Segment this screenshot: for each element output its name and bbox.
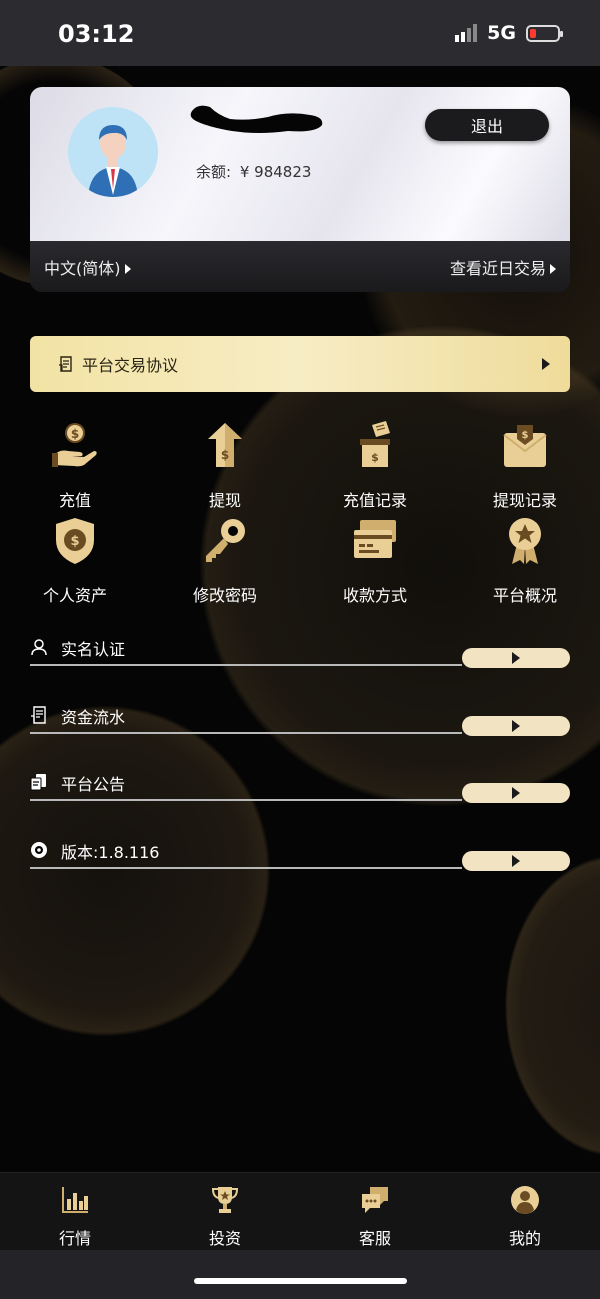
- tab-label: 投资: [208, 1229, 241, 1248]
- caret-right-icon: [512, 720, 520, 732]
- balance-text: 余额: ¥ 984823: [196, 161, 315, 182]
- grid-item-label: 个人资产: [42, 586, 107, 605]
- grid-item-label: 充值记录: [342, 491, 407, 510]
- grid-item-label: 平台概况: [492, 586, 557, 605]
- tab-mine[interactable]: 我的: [450, 1185, 600, 1249]
- caret-right-icon: [512, 787, 520, 799]
- language-selector[interactable]: 中文(简体): [44, 255, 131, 279]
- menu-row-label: 平台公告: [61, 775, 126, 794]
- avatar[interactable]: [68, 107, 158, 197]
- grid-item-change-password[interactable]: 修改密码: [150, 516, 300, 606]
- recent-trades-link[interactable]: 查看近日交易: [450, 255, 556, 279]
- caret-right-icon: [124, 264, 131, 274]
- hand-coin-icon: $: [52, 423, 97, 467]
- menu-row-version[interactable]: 版本:1.8.116: [30, 835, 570, 875]
- menu-row-label: 实名认证: [61, 640, 126, 659]
- shield-dollar-icon: $: [56, 518, 94, 564]
- grid-item-payment-methods[interactable]: 收款方式: [300, 516, 450, 606]
- logout-button[interactable]: 退出: [425, 109, 549, 141]
- status-time: 03:12: [58, 20, 135, 48]
- notice-icon: [30, 774, 46, 791]
- caret-right-icon: [542, 358, 550, 370]
- profile-header: 余额: ¥ 984823 退出: [30, 87, 570, 241]
- network-type: 5G: [487, 22, 516, 44]
- bottom-tab-bar: 行情 投资 客服 我的: [0, 1172, 600, 1250]
- grid-item-label: 提现: [208, 491, 241, 510]
- balance-value: ¥ 984823: [239, 163, 312, 181]
- language-label: 中文(简体): [44, 258, 121, 278]
- caret-right-icon: [512, 652, 520, 664]
- tab-customer-service[interactable]: 客服: [300, 1185, 450, 1249]
- menu-row-fund-flow[interactable]: 资金流水: [30, 700, 570, 740]
- svg-text:$: $: [221, 448, 229, 462]
- grid-item-label: 修改密码: [192, 586, 257, 605]
- tab-label: 客服: [358, 1229, 391, 1248]
- profile-card: 余额: ¥ 984823 退出 中文(简体) 查看近日交易: [30, 87, 570, 292]
- app-content: 余额: ¥ 984823 退出 中文(简体) 查看近日交易 平台交易协议 $ 充…: [0, 66, 600, 1172]
- cards-icon: [354, 520, 396, 558]
- recent-trades-label: 查看近日交易: [449, 258, 546, 278]
- disc-icon: [31, 842, 47, 858]
- profile-icon: [511, 1186, 539, 1214]
- grid-item-label: 提现记录: [492, 491, 557, 510]
- svg-text:$: $: [371, 451, 379, 464]
- user-icon: [31, 639, 47, 656]
- document-icon: [31, 706, 46, 724]
- balance-label: 余额:: [196, 163, 232, 181]
- menu-row-label: 资金流水: [61, 708, 126, 727]
- grid-item-platform-overview[interactable]: 平台概况: [450, 516, 600, 606]
- grid-item-label: 充值: [58, 491, 91, 510]
- badge-star-icon: [509, 518, 541, 564]
- divider: [30, 664, 462, 666]
- redacted-name: [190, 105, 323, 133]
- menu-row-arrow-button[interactable]: [462, 783, 570, 803]
- home-indicator[interactable]: [194, 1278, 407, 1284]
- svg-text:$: $: [70, 534, 79, 549]
- grid-item-personal-assets[interactable]: $ 个人资产: [0, 516, 150, 606]
- tab-label: 我的: [508, 1229, 541, 1248]
- bar-chart-icon: [62, 1187, 88, 1213]
- caret-right-icon: [550, 264, 556, 274]
- agreement-banner[interactable]: 平台交易协议: [30, 336, 570, 392]
- menu-row-arrow-button[interactable]: [462, 851, 570, 871]
- key-icon: [206, 519, 245, 562]
- divider: [30, 867, 462, 869]
- tab-invest[interactable]: 投资: [150, 1185, 300, 1249]
- trophy-icon: [211, 1187, 239, 1213]
- home-indicator-area: [0, 1250, 600, 1299]
- document-icon: [59, 356, 72, 372]
- grid-item-label: 收款方式: [342, 586, 407, 605]
- menu-row-real-name[interactable]: 实名认证: [30, 632, 570, 672]
- svg-text:$: $: [522, 430, 529, 441]
- divider: [30, 799, 462, 801]
- menu-row-label: 版本:1.8.116: [61, 843, 160, 862]
- chat-icon: [362, 1187, 388, 1213]
- svg-text:$: $: [71, 427, 79, 441]
- bokeh-circle: [505, 856, 600, 1156]
- menu-row-arrow-button[interactable]: [462, 716, 570, 736]
- envelope-shield-icon: $: [503, 425, 547, 467]
- agreement-label: 平台交易协议: [82, 356, 179, 375]
- status-bar: 03:12 5G: [0, 0, 600, 66]
- status-indicators: 5G: [455, 22, 563, 44]
- divider: [30, 732, 462, 734]
- battery-icon: [526, 24, 563, 42]
- caret-right-icon: [512, 855, 520, 867]
- tab-market[interactable]: 行情: [0, 1185, 150, 1249]
- grid-item-recharge[interactable]: $ 充值: [0, 421, 150, 511]
- menu-row-arrow-button[interactable]: [462, 648, 570, 668]
- deposit-box-icon: $: [360, 421, 390, 467]
- signal-icon: [455, 24, 478, 42]
- tab-label: 行情: [58, 1229, 91, 1248]
- money-bag-up-icon: $: [208, 423, 242, 467]
- menu-row-announcements[interactable]: 平台公告: [30, 767, 570, 807]
- grid-item-withdraw-records[interactable]: $ 提现记录: [450, 421, 600, 511]
- grid-item-withdraw[interactable]: $ 提现: [150, 421, 300, 511]
- grid-item-recharge-records[interactable]: $ 充值记录: [300, 421, 450, 511]
- profile-footer: 中文(简体) 查看近日交易: [30, 241, 570, 292]
- avatar-image: [68, 107, 158, 197]
